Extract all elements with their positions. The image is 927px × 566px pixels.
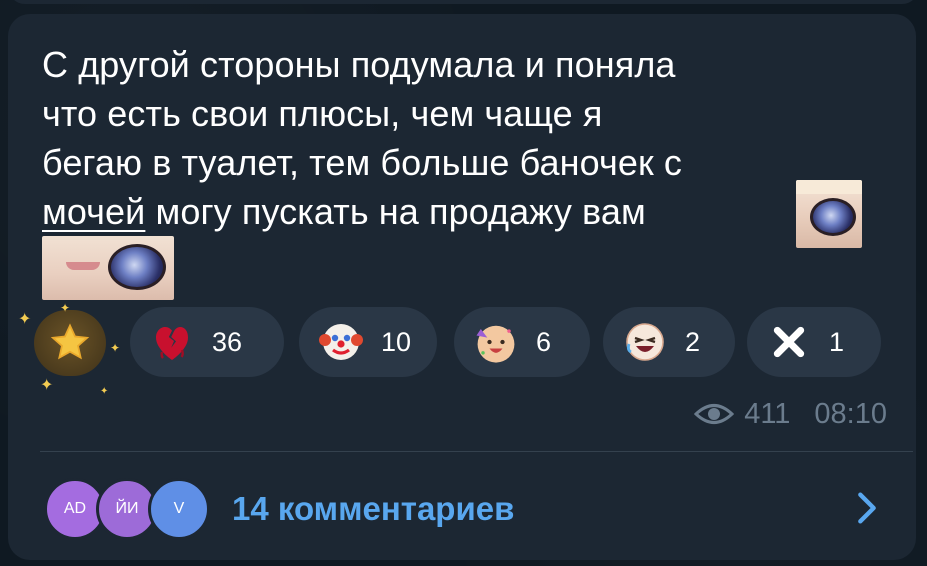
message-word: мочей <box>42 191 146 232</box>
sparkle-icon: ✦ <box>18 311 32 328</box>
reaction-clown[interactable]: 10 <box>299 307 437 377</box>
reaction-count: 2 <box>685 326 701 357</box>
party-face-icon <box>470 316 522 368</box>
message-line: С другой стороны подумала и поняла <box>42 44 676 85</box>
message-word: могу пускать на продажу вам <box>155 191 646 232</box>
x-mark-icon <box>763 316 815 368</box>
chevron-right-icon[interactable] <box>847 488 887 528</box>
views-count: 411 <box>744 397 791 430</box>
sparkle-icon: ✦ <box>110 341 121 355</box>
anime-eye-emoji-icon <box>796 180 862 248</box>
star-icon <box>50 323 90 360</box>
divider <box>40 451 913 452</box>
reaction-count: 10 <box>381 326 412 357</box>
reaction-party[interactable]: 6 <box>454 307 590 377</box>
reaction-broken-heart[interactable]: 36 <box>130 307 284 377</box>
message-text: С другой стороны подумала и поняла что е… <box>42 40 872 236</box>
laughing-face-icon <box>619 316 671 368</box>
commenter-avatars: AD ЙИ V <box>44 478 214 540</box>
star-reaction-button[interactable] <box>34 310 106 376</box>
reaction-count: 1 <box>829 326 845 357</box>
broken-heart-icon <box>146 316 198 368</box>
clown-face-icon <box>315 316 367 368</box>
anime-face-emoji-icon <box>42 236 174 300</box>
message-time: 08:10 <box>814 397 887 430</box>
message-line: что есть свои плюсы, чем чаще я <box>42 93 603 134</box>
message-line: бегаю в туалет, тем больше баночек с <box>42 142 682 183</box>
reaction-count: 36 <box>212 326 243 357</box>
message-meta: 411 08:10 <box>694 396 887 432</box>
eye-icon <box>694 404 735 424</box>
comments-count-label[interactable]: 14 комментариев <box>232 490 514 528</box>
sparkle-icon: ✦ <box>40 377 54 394</box>
reaction-count: 6 <box>536 326 552 357</box>
reaction-laughing[interactable]: 2 <box>603 307 735 377</box>
previous-message-bubble <box>8 0 919 4</box>
comments-link[interactable]: AD ЙИ V 14 комментариев <box>44 476 887 542</box>
message-line: мочей могу пускать на продажу вам <box>42 187 872 236</box>
avatar: V <box>148 478 210 540</box>
sparkle-icon: ✦ <box>100 386 109 397</box>
sparkle-icon: ✦ <box>60 301 71 315</box>
reaction-x-mark[interactable]: 1 <box>747 307 881 377</box>
